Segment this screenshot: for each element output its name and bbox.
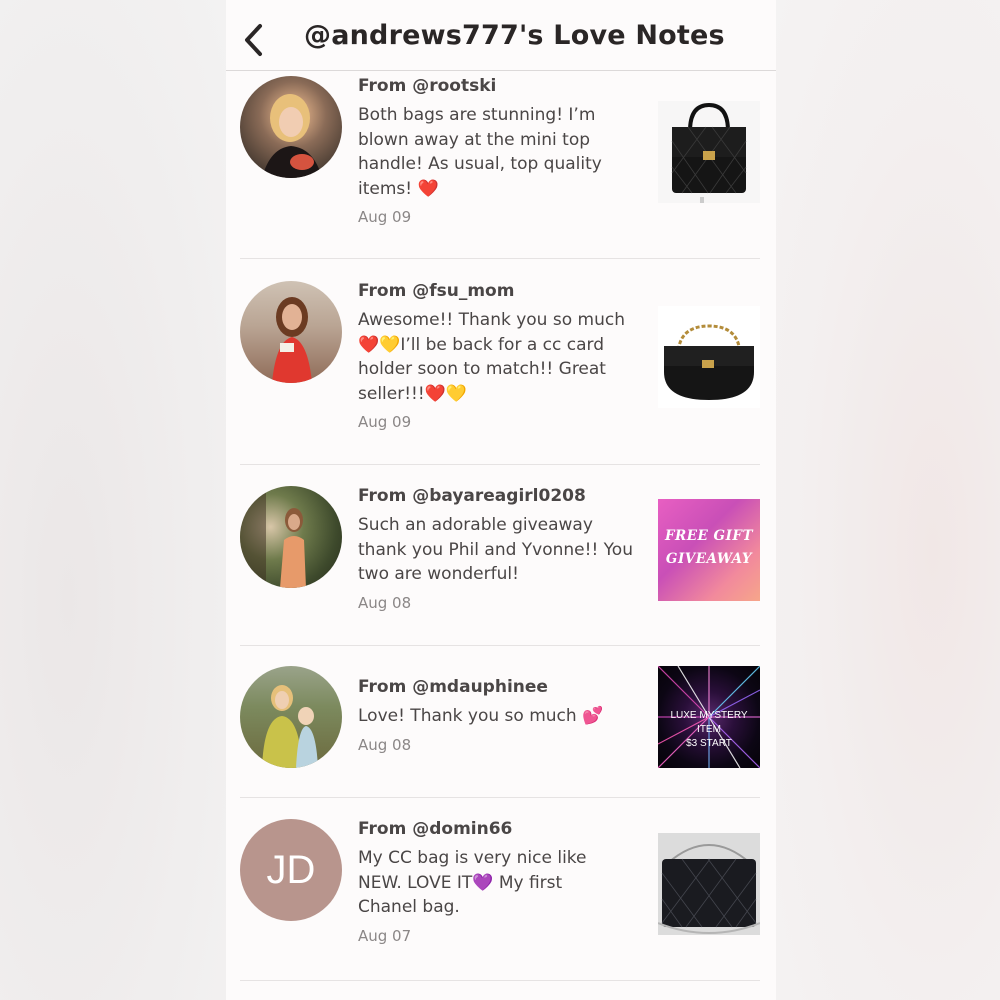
app-screen: @andrews777's Love Notes From @rootski B… [226, 0, 776, 1000]
chevron-left-icon [245, 24, 262, 56]
message-line: seller!!!❤️💛 [358, 383, 467, 404]
note-date: Aug 09 [358, 208, 412, 226]
message-line: thank you Phil and Yvonne!! You [358, 539, 633, 560]
note-date: Aug 08 [358, 594, 412, 612]
caption-line: LUXE MYSTERY ITEM [670, 710, 748, 735]
message-line: holder soon to match!! Great [358, 359, 606, 379]
handbag-image [664, 324, 754, 400]
avatar[interactable]: JD [240, 819, 342, 921]
header-bar: @andrews777's Love Notes [226, 0, 776, 71]
background-blur-left [0, 0, 226, 1000]
message-line: handle! As usual, top quality [358, 154, 602, 174]
message-line: My CC bag is very nice like [358, 848, 587, 868]
avatar[interactable] [240, 76, 342, 178]
note-message: Awesome!! Thank you so much ❤️💛I’ll be b… [358, 308, 643, 406]
note-date: Aug 09 [358, 413, 412, 431]
note-date: Aug 07 [358, 927, 412, 945]
list-item: From @fsu_mom Awesome!! Thank you so muc… [240, 259, 760, 465]
message-line: Awesome!! Thank you so much [358, 310, 625, 330]
avatar[interactable] [240, 486, 342, 588]
listing-thumbnail[interactable]: LUXE MYSTERY ITEM $3 START [658, 666, 760, 768]
note-date: Aug 08 [358, 736, 412, 754]
avatar-photo [272, 297, 312, 383]
note-sender[interactable]: From @fsu_mom [358, 281, 514, 301]
background-blur-right [776, 0, 1000, 1000]
handbag-image [658, 833, 760, 935]
note-sender[interactable]: From @mdauphinee [358, 677, 548, 697]
caption-line: $3 START [686, 738, 732, 749]
message-line: items! ❤️ [358, 178, 439, 199]
listing-thumbnail[interactable] [658, 306, 760, 408]
list-item: JD From @domin66 My CC bag is very nice … [240, 798, 760, 981]
message-line: blown away at the mini top [358, 129, 591, 150]
note-message: Both bags are stunning! I’m blown away a… [358, 103, 643, 201]
message-line: Love! Thank you so much 💕 [358, 706, 604, 726]
message-line: ❤️💛I’ll be back for a cc card [358, 334, 605, 355]
listing-thumbnail[interactable]: FREE GIFT GIVEAWAY [658, 499, 760, 601]
page-title: @andrews777's Love Notes [304, 20, 725, 51]
note-sender[interactable]: From @domin66 [358, 819, 512, 839]
thumbnail-caption: FREE GIFT GIVEAWAY [658, 525, 760, 571]
avatar[interactable] [240, 666, 342, 768]
note-message: Such an adorable giveaway thank you Phil… [358, 513, 643, 587]
note-sender[interactable]: From @rootski [358, 76, 496, 96]
caption-line: GIVEAWAY [665, 551, 753, 567]
avatar[interactable] [240, 281, 342, 383]
avatar-photo [262, 685, 318, 768]
message-line: NEW. LOVE IT💜 My first [358, 872, 563, 893]
message-line: Both bags are stunning! I’m [358, 105, 596, 125]
message-line: Such an adorable giveaway [358, 515, 593, 535]
list-item: From @rootski Both bags are stunning! I’… [240, 70, 760, 259]
thumbnail-caption: LUXE MYSTERY ITEM $3 START [658, 709, 760, 751]
list-item: From @bayareagirl0208 Such an adorable g… [240, 465, 760, 646]
listing-thumbnail[interactable] [658, 833, 760, 935]
avatar-photo [240, 486, 306, 588]
note-message: My CC bag is very nice like NEW. LOVE IT… [358, 846, 643, 920]
message-line: two are wonderful! [358, 564, 519, 584]
list-item: From @mdauphinee Love! Thank you so much… [240, 646, 760, 798]
note-sender[interactable]: From @bayareagirl0208 [358, 486, 586, 506]
back-button[interactable] [240, 22, 268, 58]
avatar-photo [262, 94, 322, 178]
caption-line: FREE GIFT [664, 528, 754, 544]
handbag-image [671, 102, 747, 203]
avatar-initials: JD [266, 848, 316, 892]
note-message: Love! Thank you so much 💕 [358, 704, 643, 729]
listing-thumbnail[interactable] [658, 101, 760, 203]
message-line: Chanel bag. [358, 897, 460, 917]
